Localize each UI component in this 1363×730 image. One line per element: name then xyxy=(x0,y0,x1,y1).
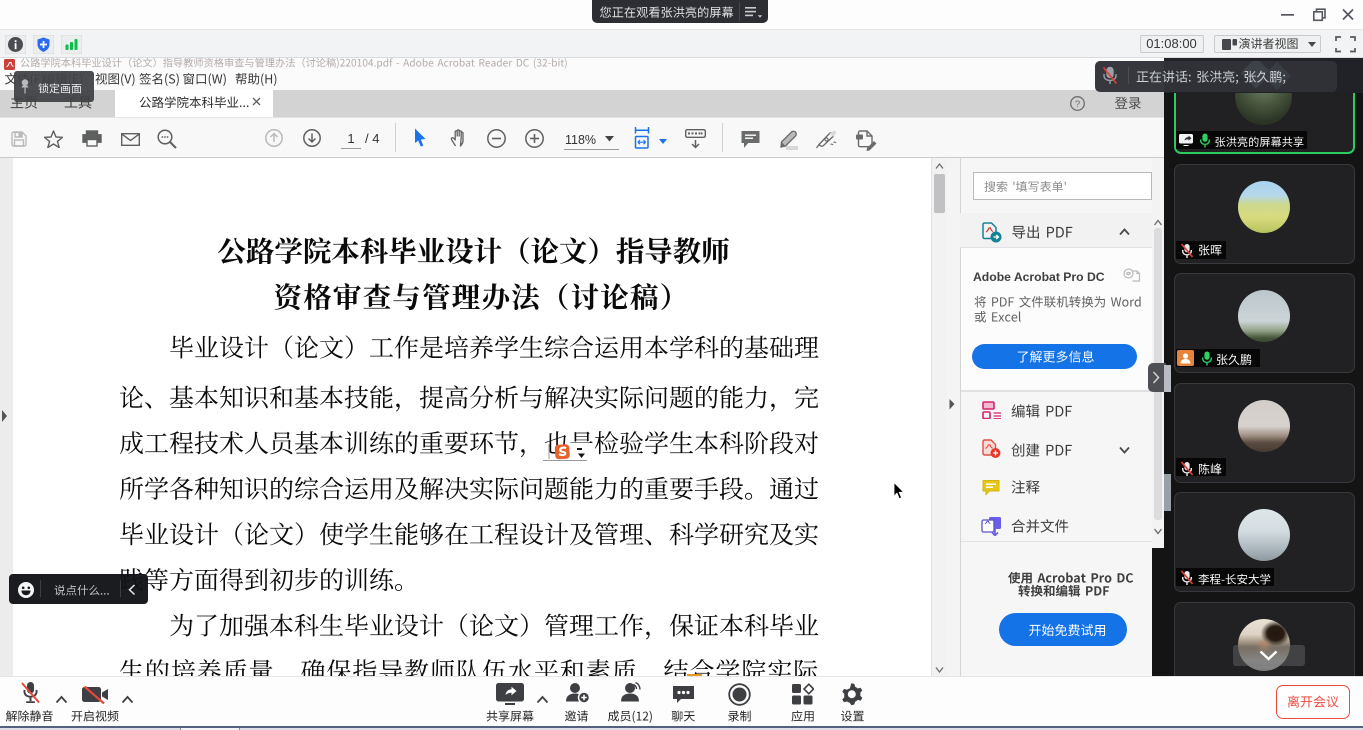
svg-text:?: ? xyxy=(1074,99,1079,110)
